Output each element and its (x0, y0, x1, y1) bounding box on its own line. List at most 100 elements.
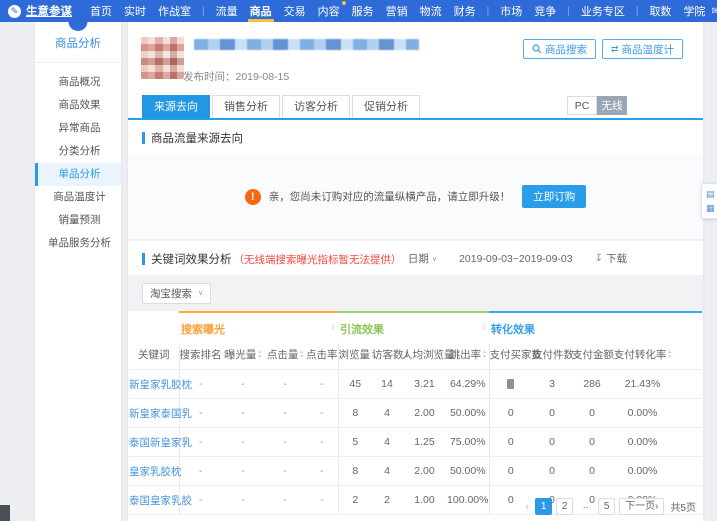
sort-icon: ▴ ▾ (258, 349, 262, 361)
tab-销售分析[interactable]: 销售分析 (212, 95, 280, 118)
column-header-点击量[interactable]: 点击量 ▴ ▾ (264, 343, 306, 370)
column-header-访客数[interactable]: 访客数 ▴ ▾ (372, 343, 408, 370)
search-icon (532, 44, 542, 54)
page-ellipsis: .. (582, 500, 589, 511)
sidebar-item-商品概况[interactable]: 商品概况 (35, 71, 121, 94)
exchange-icon: ⇄ (610, 43, 619, 54)
column-header-跳出率[interactable]: 跳出率 ▴ ▾ (447, 343, 489, 370)
page-button-2[interactable]: 2 (556, 498, 574, 515)
table-row: 新皇家乳胶枕----45143.2164.29%1328621.43% (129, 369, 703, 399)
sidebar-item-单品服务分析[interactable]: 单品服务分析 (35, 232, 121, 255)
nav-item-营销[interactable]: 营销 (380, 0, 414, 22)
keyword-link[interactable]: 新皇家泰国乳 (129, 398, 192, 428)
download-button[interactable]: ↧ 下载 (595, 251, 627, 266)
next-page-button[interactable]: 下一页› (619, 498, 665, 515)
column-header-搜索排名[interactable]: 搜索排名 ▴ ▾ (178, 343, 226, 370)
nav-items: 首页 实时 作战室 | 流量 商品 交易 内容 服务 营销 物流 财务 | 市场 竞争 | 业务专区 | 取数 学院 (84, 0, 711, 22)
cell-跳出率: 75.00% (447, 427, 489, 457)
nav-item-业务专区[interactable]: 业务专区 (575, 0, 631, 22)
cell-曝光量: - (222, 427, 264, 457)
search-channel-select[interactable]: 淘宝搜索 ∨ (142, 282, 212, 304)
cell-访客数: 4 (372, 398, 402, 428)
nav-item-物流[interactable]: 物流 (414, 0, 448, 22)
cell-点击率: - (306, 456, 338, 486)
column-header-支付买家数: 支付买家数 (488, 343, 542, 370)
device-option-无线[interactable]: 无线 (597, 96, 627, 115)
brand[interactable]: ✎ 生意参谋 (8, 3, 72, 19)
cell-支付转化率: 0.00% (612, 456, 673, 486)
product-thermometer-button[interactable]: ⇄ 商品温度计 (601, 39, 683, 59)
warning-icon: ! (244, 188, 261, 205)
prev-page-button[interactable]: ‹ (523, 501, 531, 513)
cell-访客数: 2 (372, 485, 402, 515)
column-header-人均浏览量[interactable]: 人均浏览量 ▴ ▾ (402, 343, 459, 370)
publish-date: 发布时间：2019-08-15 (183, 71, 290, 83)
group-header-搜索曝光: 搜索曝光 (179, 311, 338, 343)
nav-item-实时[interactable]: 实时 (118, 0, 152, 22)
nav-item-竞争[interactable]: 竞争 (528, 0, 562, 22)
page-button-1[interactable]: 1 (535, 498, 553, 515)
column-header-点击率[interactable]: 点击率 ▴ ▾ (306, 343, 342, 370)
nav-item-首页[interactable]: 首页 (84, 0, 118, 22)
nav-item-学院[interactable]: 学院 (677, 0, 711, 22)
cell-点击量: - (264, 398, 306, 428)
nav-item-市场[interactable]: 市场 (494, 0, 528, 22)
column-header-浏览量[interactable]: 浏览量 ▴ ▾ (337, 343, 375, 370)
nav-separator: | (202, 5, 205, 17)
flow-section-title: 商品流量来源去向 (151, 133, 243, 145)
tab-来源去向[interactable]: 来源去向 (142, 95, 210, 118)
column-header-关键词: 关键词 (138, 349, 170, 361)
column-header-支付金额[interactable]: 支付金额 ▴ ▾ (572, 343, 619, 370)
column-header-支付件数[interactable]: 支付件数 ▴ ▾ (532, 343, 579, 370)
nav-separator: | (635, 5, 639, 17)
order-now-button[interactable]: 立即订购 (522, 185, 587, 208)
keyword-link[interactable]: 新皇家乳胶枕 (129, 369, 192, 399)
upgrade-notice: ! 亲，您尚未订购对应的流量纵横产品，请立即升级！ 立即订购 (128, 154, 703, 240)
messages[interactable]: ✉ 消息 (711, 0, 717, 27)
keyword-link[interactable]: 泰国皇家乳胶 (129, 485, 192, 515)
nav-item-流量[interactable]: 流量 (210, 0, 244, 22)
brand-label: 生意参谋 (26, 6, 72, 18)
date-dropdown[interactable]: 日期 ∨ (408, 251, 437, 266)
cell-点击量: - (264, 369, 306, 399)
floating-helper-widget[interactable]: ▤ ▦ (701, 183, 717, 219)
sidebar-item-商品温度计[interactable]: 商品温度计 (35, 186, 121, 209)
cell-跳出率: 64.29% (447, 369, 489, 399)
nav-item-作战室[interactable]: 作战室 (152, 0, 197, 22)
device-option-PC[interactable]: PC (567, 96, 597, 115)
sidebar-item-商品效果[interactable]: 商品效果 (35, 94, 121, 117)
sidebar-item-异常商品[interactable]: 异常商品 (35, 117, 121, 140)
date-range-value[interactable]: 2019-09-03~2019-09-03 (459, 253, 573, 265)
sidebar-item-单品分析[interactable]: 单品分析 (35, 163, 121, 186)
cell-人均浏览量: 1.25 (402, 427, 447, 457)
product-search-button[interactable]: 商品搜索 (522, 39, 596, 59)
keyword-link[interactable]: 泰国新皇家乳 (129, 427, 192, 457)
tab-访客分析[interactable]: 访客分析 (282, 95, 350, 118)
corner-chat-widget[interactable] (0, 505, 10, 521)
cell-支付金额: 0 (572, 456, 612, 486)
nav-item-取数[interactable]: 取数 (643, 0, 677, 22)
cell-跳出率: 50.00% (447, 456, 489, 486)
nav-item-内容[interactable]: 内容 (312, 0, 346, 22)
cell-人均浏览量: 1.00 (402, 485, 447, 515)
nav-item-交易[interactable]: 交易 (278, 0, 312, 22)
device-toggle: PC 无线 (567, 96, 627, 115)
sidebar-item-销量预测[interactable]: 销量预测 (35, 209, 121, 232)
sidebar-item-分类分析[interactable]: 分类分析 (35, 140, 121, 163)
column-header-支付转化率[interactable]: 支付转化率 ▴ ▾ (612, 343, 673, 370)
cell-人均浏览量: 2.00 (402, 456, 447, 486)
cell-访客数: 4 (372, 427, 402, 457)
cell-点击量: - (264, 485, 306, 515)
column-header-曝光量[interactable]: 曝光量 ▴ ▾ (222, 343, 264, 370)
nav-item-商品[interactable]: 商品 (244, 0, 278, 22)
nav-item-服务[interactable]: 服务 (346, 0, 380, 22)
tab-促销分析[interactable]: 促销分析 (352, 95, 420, 118)
nav-item-财务[interactable]: 财务 (448, 0, 482, 22)
page-button-5[interactable]: 5 (598, 498, 616, 515)
notice-text: 亲，您尚未订购对应的流量纵横产品，请立即升级！ (268, 191, 511, 203)
logo-icon: ✎ (8, 4, 21, 18)
cell-支付件数: 3 (532, 369, 572, 399)
cell-曝光量: - (222, 456, 264, 486)
keyword-link[interactable]: 皇家乳胶枕 (129, 456, 182, 486)
flow-section-header: 商品流量来源去向 (128, 120, 703, 154)
